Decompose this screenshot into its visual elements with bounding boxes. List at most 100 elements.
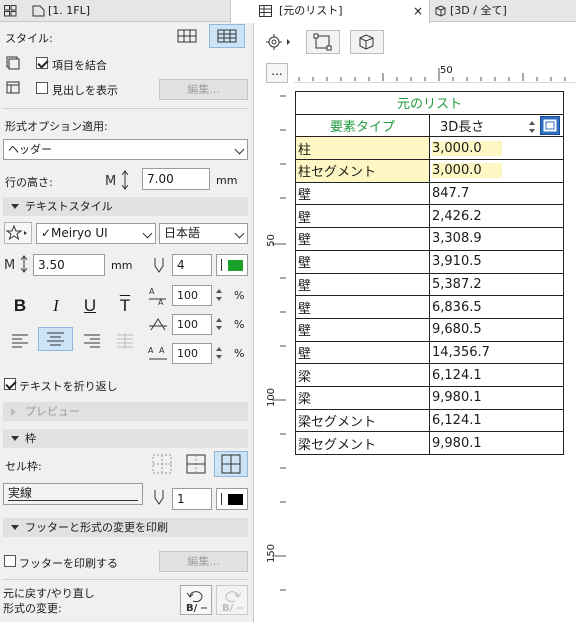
length-cell[interactable]: 6,836.5 xyxy=(429,295,564,319)
format-option-select[interactable]: ヘッダー xyxy=(3,139,248,160)
length-cell[interactable]: 5,387.2 xyxy=(429,272,564,297)
redo-format-button[interactable]: B/ xyxy=(216,585,248,615)
tab-3d[interactable]: [3D / 全て] xyxy=(430,0,576,22)
element-type-cell[interactable]: 壁 xyxy=(295,227,430,251)
tab-grid-view[interactable] xyxy=(0,0,28,22)
show-3d-button[interactable] xyxy=(350,30,384,54)
font-size-input[interactable]: 3.50 xyxy=(33,254,105,276)
column-header-length[interactable]: 3D長さ xyxy=(429,113,564,138)
column-header-type[interactable]: 要素タイプ xyxy=(295,113,430,138)
font-select[interactable]: ✓Meiryo UI xyxy=(36,223,156,244)
char-spacing-spinner[interactable] xyxy=(214,285,224,305)
table-row[interactable]: 壁 3,910.5 xyxy=(295,249,564,274)
element-type-cell[interactable]: 梁 xyxy=(295,363,430,387)
column-settings-button[interactable] xyxy=(540,115,560,135)
line-spacing-input[interactable]: 100 xyxy=(172,343,212,364)
element-type-cell[interactable]: 壁 xyxy=(295,295,430,319)
width-factor-spinner[interactable] xyxy=(214,314,224,334)
char-spacing-input[interactable]: 100 xyxy=(172,285,212,306)
table-row[interactable]: 梁セグメント 9,980.1 xyxy=(295,431,564,455)
close-icon[interactable]: × xyxy=(413,0,423,22)
table-row[interactable]: 柱セグメント 3,000.0 xyxy=(295,159,564,183)
language-select[interactable]: 日本語 xyxy=(159,223,248,244)
length-cell[interactable]: 3,000.0 xyxy=(429,159,564,183)
table-row[interactable]: 梁 9,980.1 xyxy=(295,385,564,410)
edit-footer-button[interactable]: 編集... xyxy=(159,551,248,572)
element-type-cell[interactable]: 梁セグメント xyxy=(295,408,430,433)
ruler-options-button[interactable]: ... xyxy=(266,63,288,83)
schedule-title[interactable]: 元のリスト xyxy=(295,91,564,115)
align-left-icon[interactable] xyxy=(8,330,32,350)
line-type-select[interactable]: 実線 xyxy=(3,483,143,505)
element-type-cell[interactable]: 壁 xyxy=(295,272,430,297)
table-row[interactable]: 壁 2,426.2 xyxy=(295,204,564,229)
line-spacing-icon: AA xyxy=(148,346,167,360)
table-row[interactable]: 梁セグメント 6,124.1 xyxy=(295,408,564,433)
sort-spinner[interactable] xyxy=(527,117,537,137)
length-cell[interactable]: 6,124.1 xyxy=(429,408,564,433)
strikethrough-button[interactable]: T xyxy=(113,296,137,318)
length-cell[interactable]: 2,426.2 xyxy=(429,204,564,229)
edit-headings-button[interactable]: 編集... xyxy=(159,79,248,100)
frame-none-icon[interactable] xyxy=(150,452,174,476)
element-type-cell[interactable]: 壁 xyxy=(295,340,430,365)
pen-color-button[interactable] xyxy=(216,254,248,276)
table-row[interactable]: 壁 9,680.5 xyxy=(295,317,564,342)
pen-number-input[interactable]: 4 xyxy=(172,254,212,276)
element-type-cell[interactable]: 梁セグメント xyxy=(295,431,430,455)
undo-format-button[interactable]: B/ xyxy=(180,585,212,615)
element-type-cell[interactable]: 柱 xyxy=(295,136,430,161)
length-cell[interactable]: 3,000.0 xyxy=(429,136,564,161)
length-cell[interactable]: 3,308.9 xyxy=(429,227,564,251)
footer-section-header[interactable]: フッターと形式の変更を印刷 xyxy=(3,518,248,537)
row-height-input[interactable]: 7.00 xyxy=(142,168,210,190)
length-cell[interactable]: 9,980.1 xyxy=(429,385,564,410)
align-center-button[interactable] xyxy=(38,327,73,351)
table-row[interactable]: 壁 3,308.9 xyxy=(295,227,564,251)
table-row[interactable]: 梁 6,124.1 xyxy=(295,363,564,387)
underline-button[interactable]: U xyxy=(78,296,102,318)
row-height-label: 行の高さ: xyxy=(5,176,53,189)
frame-pen-input[interactable]: 1 xyxy=(172,488,212,510)
element-type-cell[interactable]: 梁 xyxy=(295,385,430,410)
length-cell[interactable]: 9,680.5 xyxy=(429,317,564,342)
tab-schedule[interactable]: [元のリスト] × xyxy=(230,0,430,23)
bold-button[interactable]: B xyxy=(8,296,32,318)
align-right-icon[interactable] xyxy=(80,330,104,350)
element-type-cell[interactable]: 壁 xyxy=(295,317,430,342)
italic-button[interactable]: I xyxy=(44,296,68,318)
merge-items-checkbox[interactable] xyxy=(36,57,48,69)
table-row[interactable]: 壁 847.7 xyxy=(295,181,564,206)
frame-pen-color-button[interactable] xyxy=(216,488,248,510)
element-type-cell[interactable]: 壁 xyxy=(295,249,430,274)
frame-all-button[interactable] xyxy=(214,451,248,477)
length-cell[interactable]: 6,124.1 xyxy=(429,363,564,387)
text-style-section-header[interactable]: テキストスタイル xyxy=(3,197,248,216)
tab-1fl[interactable]: [1. 1FL] xyxy=(28,0,118,22)
favorites-button[interactable] xyxy=(4,222,32,244)
frame-section-header[interactable]: 枠 xyxy=(3,429,248,448)
settings-button[interactable] xyxy=(262,30,294,54)
element-type-cell[interactable]: 壁 xyxy=(295,181,430,206)
length-cell[interactable]: 14,356.7 xyxy=(429,340,564,365)
show-headings-checkbox[interactable] xyxy=(36,82,48,94)
element-type-cell[interactable]: 柱セグメント xyxy=(295,159,430,183)
style-full-grid-button[interactable] xyxy=(209,24,245,48)
element-type-cell[interactable]: 壁 xyxy=(295,204,430,229)
preview-section-header[interactable]: プレビュー xyxy=(3,402,248,421)
length-cell[interactable]: 847.7 xyxy=(429,181,564,206)
width-factor-input[interactable]: 100 xyxy=(172,314,212,335)
table-row[interactable]: 壁 5,387.2 xyxy=(295,272,564,297)
length-cell[interactable]: 9,980.1 xyxy=(429,431,564,455)
style-grid-button[interactable] xyxy=(172,24,202,48)
line-spacing-spinner[interactable] xyxy=(214,343,224,363)
table-row[interactable]: 柱 3,000.0 xyxy=(295,136,564,161)
frame-outer-icon[interactable] xyxy=(184,452,208,476)
print-footer-checkbox[interactable] xyxy=(4,555,16,567)
length-cell[interactable]: 3,910.5 xyxy=(429,249,564,274)
left-tab-bar: [1. 1FL] xyxy=(0,0,253,22)
wrap-text-checkbox[interactable] xyxy=(4,378,16,390)
table-row[interactable]: 壁 14,356.7 xyxy=(295,340,564,365)
table-row[interactable]: 壁 6,836.5 xyxy=(295,295,564,319)
select-element-button[interactable] xyxy=(306,30,340,54)
